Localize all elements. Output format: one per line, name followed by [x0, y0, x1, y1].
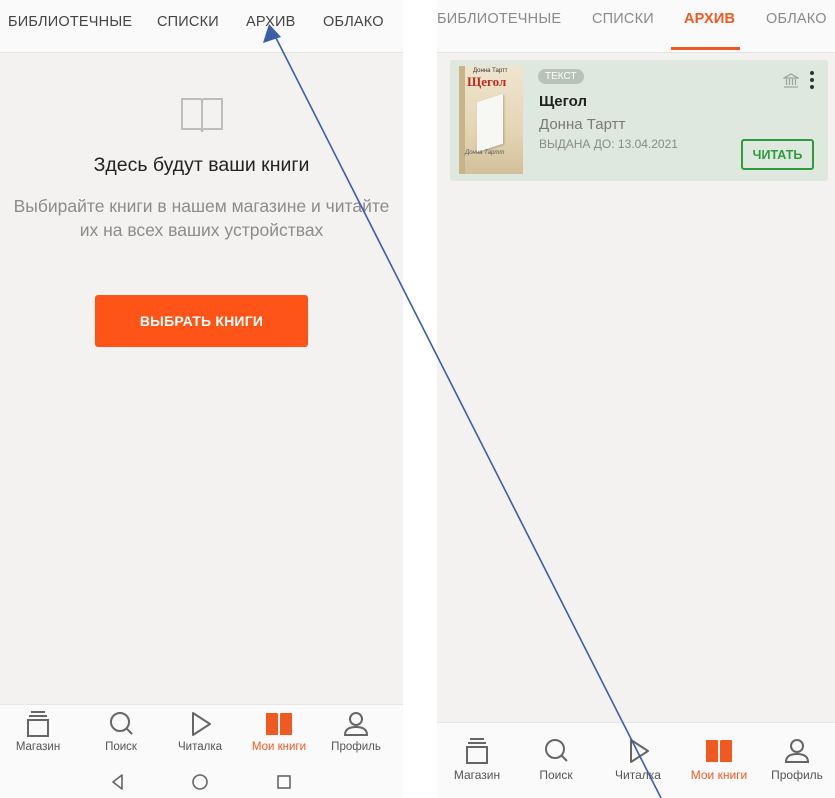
- search-icon: [545, 739, 568, 762]
- nav-search[interactable]: Поиск: [518, 737, 594, 782]
- choose-books-button[interactable]: ВЫБРАТЬ КНИГИ: [95, 295, 308, 347]
- cover-title: Щегол: [467, 74, 507, 89]
- format-badge: ТЕКСТ: [538, 69, 584, 84]
- empty-subtitle: Выбирайте книги в нашем магазине и читай…: [13, 196, 390, 240]
- read-button[interactable]: ЧИТАТЬ: [741, 139, 814, 170]
- book-icon: [706, 740, 732, 762]
- play-icon: [630, 739, 649, 763]
- nav-profile-label: Профиль: [331, 741, 381, 753]
- nav-search-label: Поиск: [539, 768, 573, 782]
- nav-profile[interactable]: Профиль: [759, 737, 835, 782]
- nav-store[interactable]: Магазин: [0, 710, 76, 753]
- profile-icon: [784, 739, 810, 763]
- tab-lists[interactable]: СПИСКИ: [157, 14, 219, 30]
- right-screen: БИБЛИОТЕЧНЫЕ СПИСКИ АРХИВ ОБЛАКО Донна Т…: [437, 0, 835, 798]
- book-issued-until: ВЫДАНА ДО: 13.04.2021: [539, 137, 678, 151]
- tab-cloud[interactable]: ОБЛАКО: [766, 11, 827, 27]
- bottom-nav: Магазин Поиск Читалка Мои книги Профиль: [437, 722, 835, 798]
- nav-my-books[interactable]: Мои книги: [681, 737, 757, 782]
- nav-my-books-label: Мои книги: [251, 741, 307, 753]
- book-card[interactable]: Донна Тартт Щегол Донна Тартт ТЕКСТ Щего…: [450, 60, 828, 181]
- nav-profile-label: Профиль: [771, 768, 823, 782]
- left-screen: БИБЛИОТЕЧНЫЕ СПИСКИ АРХИВ ОБЛАКО Здесь б…: [0, 0, 403, 798]
- nav-profile[interactable]: Профиль: [318, 710, 394, 753]
- nav-my-books[interactable]: Мои книги: [241, 710, 317, 753]
- nav-search[interactable]: Поиск: [83, 710, 159, 753]
- book-icon: [266, 713, 292, 735]
- tab-cloud[interactable]: ОБЛАКО: [323, 14, 384, 30]
- play-icon: [192, 712, 211, 736]
- cover-bottom-text: Донна Тартт: [465, 150, 505, 156]
- nav-store[interactable]: Магазин: [439, 737, 515, 782]
- nav-reader[interactable]: Читалка: [600, 737, 676, 782]
- empty-title: Здесь будут ваши книги: [93, 154, 310, 176]
- search-icon: [110, 712, 133, 735]
- book-author: Донна Тартт: [539, 116, 626, 133]
- tab-lists[interactable]: СПИСКИ: [592, 11, 654, 27]
- nav-store-label: Магазин: [453, 768, 501, 782]
- tab-bar: БИБЛИОТЕЧНЫЕ СПИСКИ АРХИВ ОБЛАКО: [0, 0, 403, 53]
- open-book-icon: [181, 98, 223, 133]
- library-icon: [783, 73, 799, 88]
- tab-library[interactable]: БИБЛИОТЕЧНЫЕ: [437, 11, 561, 27]
- nav-reader-label: Читалка: [177, 741, 222, 753]
- tab-bar: БИБЛИОТЕЧНЫЕ СПИСКИ АРХИВ ОБЛАКО: [437, 0, 835, 53]
- recents-icon[interactable]: [274, 772, 294, 792]
- nav-search-label: Поиск: [105, 741, 137, 753]
- book-title: Щегол: [539, 93, 587, 110]
- more-vertical-icon[interactable]: [808, 69, 816, 91]
- store-icon: [466, 738, 488, 764]
- tab-archive[interactable]: АРХИВ: [246, 14, 295, 30]
- nav-reader-label: Читалка: [615, 768, 661, 782]
- tab-library[interactable]: БИБЛИОТЕЧНЫЕ: [8, 14, 132, 30]
- active-tab-indicator: [671, 47, 740, 50]
- nav-reader[interactable]: Читалка: [162, 710, 238, 753]
- system-nav-bar: [0, 768, 403, 798]
- nav-store-label: Магазин: [15, 741, 61, 753]
- cover-spine: [459, 66, 465, 174]
- tab-archive[interactable]: АРХИВ: [684, 11, 735, 27]
- cover-paper-art: [477, 93, 503, 153]
- book-cover[interactable]: Донна Тартт Щегол Донна Тартт: [459, 66, 523, 174]
- nav-my-books-label: Мои книги: [690, 768, 748, 782]
- home-icon[interactable]: [190, 772, 210, 792]
- store-icon: [27, 711, 49, 737]
- profile-icon: [343, 712, 369, 736]
- bottom-nav: Магазин Поиск Читалка Мои книги Профиль: [0, 704, 403, 769]
- back-icon[interactable]: [108, 772, 128, 792]
